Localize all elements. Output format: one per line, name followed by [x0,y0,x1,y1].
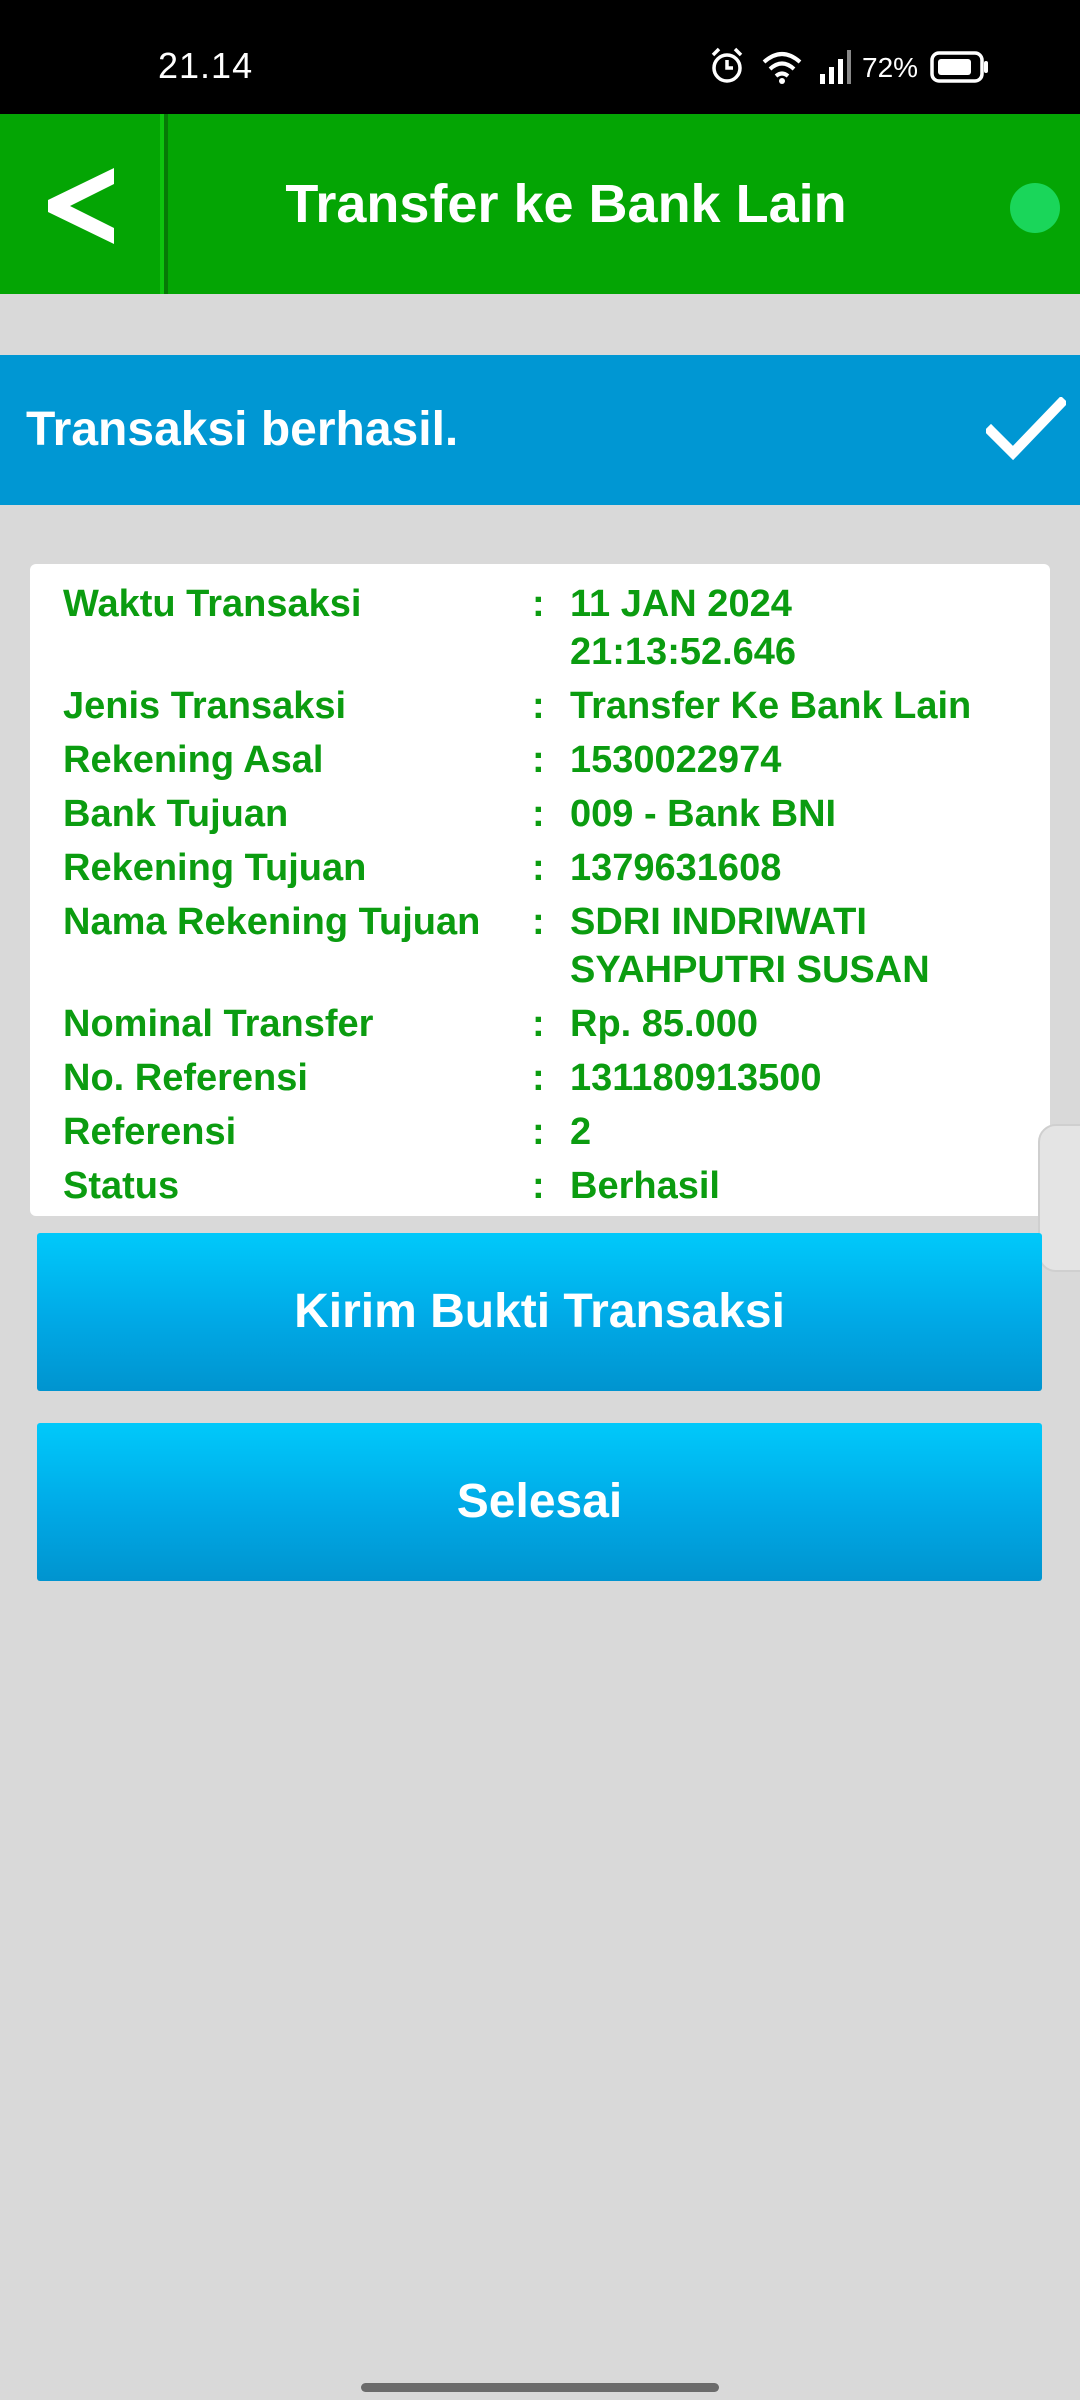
detail-value: 131180913500 [570,1057,822,1099]
detail-value: 1379631608 [570,847,782,889]
detail-label: Status [63,1165,180,1207]
detail-separator: : [532,1057,545,1099]
detail-value: Rp. 85.000 [570,1003,758,1045]
app-header: Transfer ke Bank Lain [0,114,1080,294]
detail-separator: : [532,1003,545,1045]
detail-separator: : [532,739,545,781]
success-message: Transaksi berhasil. [26,403,459,456]
detail-value-line: 11 JAN 2024 [570,583,792,625]
detail-label: Rekening Tujuan [63,847,367,889]
detail-separator: : [532,685,545,727]
status-icons: 72% [710,46,1010,90]
detail-value: Transfer Ke Bank Lain [570,685,972,727]
status-dot [1010,183,1060,233]
detail-label: Rekening Asal [63,739,324,781]
detail-label: Jenis Transaksi [63,685,347,727]
detail-value: 2 [570,1111,592,1153]
detail-value-line: 21:13:52.646 [570,631,797,673]
detail-value: 009 - Bank BNI [570,793,837,835]
edge-panel-handle[interactable] [1038,1124,1080,1272]
detail-label: Nominal Transfer [63,1003,374,1045]
detail-separator: : [532,1165,545,1207]
detail-value-line: SYAHPUTRI SUSAN [570,949,930,991]
status-bar: 21.14 72% [0,0,1080,114]
detail-label: Bank Tujuan [63,793,289,835]
detail-value: Berhasil [570,1165,720,1207]
alarm-icon [710,46,744,91]
detail-label: Nama Rekening Tujuan [63,901,481,943]
detail-separator: : [532,793,545,835]
detail-separator: : [532,1111,545,1153]
status-time: 21.14 [158,45,254,86]
success-banner: Transaksi berhasil. [0,355,1080,505]
detail-separator: : [532,583,545,625]
back-button[interactable] [0,114,168,294]
detail-separator: : [532,901,545,943]
detail-label: Waktu Transaksi [63,583,362,625]
detail-label: Referensi [63,1111,237,1153]
battery-percentage: 72% [862,52,919,83]
home-indicator[interactable] [361,2383,719,2392]
wifi-icon [760,46,804,91]
detail-label: No. Referensi [63,1057,308,1099]
send-proof-button[interactable]: Kirim Bukti Transaksi [37,1233,1042,1391]
detail-value: 11 JAN 2024 21:13:52.646 [570,580,1040,676]
checkmark-icon [986,397,1066,461]
detail-value-line: SDRI INDRIWATI [570,901,867,943]
transaction-details-card: Waktu Transaksi : 11 JAN 2024 21:13:52.6… [30,564,1050,1216]
battery-icon [930,46,990,91]
done-button[interactable]: Selesai [37,1423,1042,1581]
signal-icon [818,46,852,91]
chevron-left-icon [48,168,114,244]
detail-value: SDRI INDRIWATI SYAHPUTRI SUSAN [570,898,1040,994]
detail-value: 1530022974 [570,739,782,781]
page-title: Transfer ke Bank Lain [285,174,847,234]
detail-separator: : [532,847,545,889]
